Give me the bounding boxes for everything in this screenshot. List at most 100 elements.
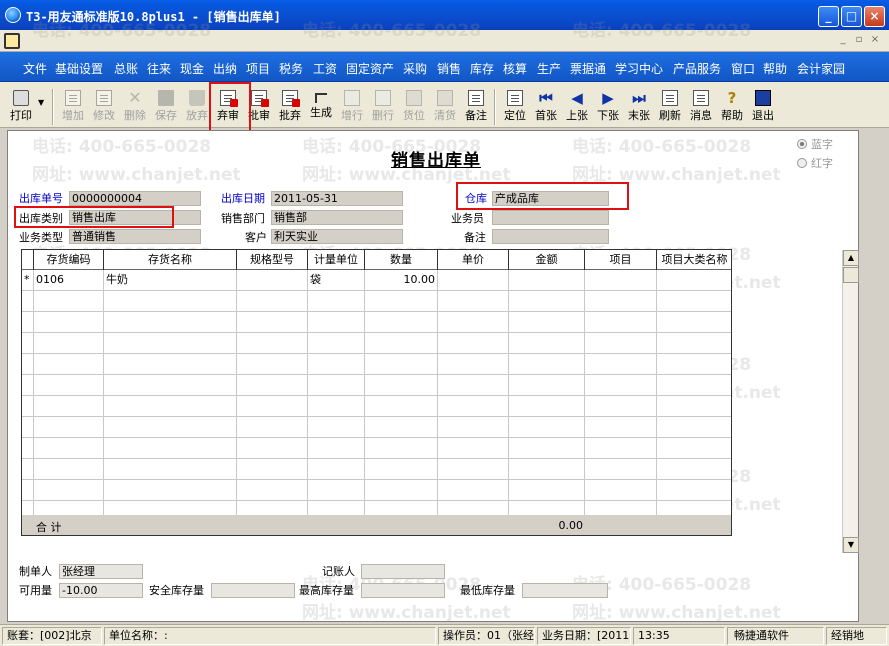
menu-accounting-home[interactable]: 会计家园 <box>797 60 845 77</box>
menu-general-ledger[interactable]: 总账 <box>114 60 138 77</box>
table-row-empty[interactable] <box>22 438 731 459</box>
grid-cell-empty[interactable] <box>585 333 657 354</box>
grid-cell-empty[interactable] <box>365 459 438 480</box>
menu-purchase[interactable]: 采购 <box>403 60 427 77</box>
grid-cell-empty[interactable] <box>365 291 438 312</box>
grid-cell-empty[interactable] <box>237 459 308 480</box>
grid-cell-empty[interactable] <box>237 396 308 417</box>
menu-fixed-assets[interactable]: 固定资产 <box>346 60 394 77</box>
grid-cell-empty[interactable] <box>365 438 438 459</box>
grid-cell-empty[interactable] <box>104 291 237 312</box>
grid-cell-empty[interactable] <box>657 417 731 438</box>
goods-position-button[interactable]: 货位 <box>399 88 429 126</box>
grid-cell-empty[interactable] <box>22 312 34 333</box>
col-header-spec[interactable]: 规格型号 <box>237 250 308 270</box>
grid-cell-empty[interactable] <box>104 438 237 459</box>
table-row-empty[interactable] <box>22 354 731 375</box>
grid-cell-empty[interactable] <box>509 333 585 354</box>
grid-cell-empty[interactable] <box>22 396 34 417</box>
add-button[interactable]: 增加 <box>58 88 88 126</box>
grid-cell-empty[interactable] <box>34 480 104 501</box>
grid-cell-empty[interactable] <box>438 312 509 333</box>
grid-cell-empty[interactable] <box>438 291 509 312</box>
grid-cell-empty[interactable] <box>585 291 657 312</box>
grid-cell-empty[interactable] <box>34 333 104 354</box>
abandon-button[interactable]: 放弃 <box>182 88 212 126</box>
grid-cell-empty[interactable] <box>585 438 657 459</box>
table-row-empty[interactable] <box>22 333 731 354</box>
help-button[interactable]: ? 帮助 <box>717 88 747 126</box>
menu-accounting[interactable]: 核算 <box>503 60 527 77</box>
mdi-restore-button[interactable]: ▫ <box>852 34 866 47</box>
document-icon[interactable] <box>4 33 20 49</box>
menu-payroll[interactable]: 工资 <box>313 60 337 77</box>
menu-production[interactable]: 生产 <box>537 60 561 77</box>
menu-project[interactable]: 项目 <box>246 60 270 77</box>
grid-cell-empty[interactable] <box>509 312 585 333</box>
grid-cell-empty[interactable] <box>237 354 308 375</box>
grid-cell-empty[interactable] <box>438 354 509 375</box>
grid-cell-empty[interactable] <box>438 438 509 459</box>
grid-cell-empty[interactable] <box>365 375 438 396</box>
grid-cell-empty[interactable] <box>657 354 731 375</box>
cell-spec[interactable] <box>237 270 308 291</box>
grid-cell-empty[interactable] <box>104 312 237 333</box>
col-header-price[interactable]: 单价 <box>438 250 509 270</box>
locate-button[interactable]: 定位 <box>500 88 530 126</box>
menu-inventory[interactable]: 库存 <box>470 60 494 77</box>
col-header-category[interactable]: 项目大类名称 <box>657 250 731 270</box>
clear-goods-button[interactable]: 清货 <box>430 88 460 126</box>
grid-cell-empty[interactable] <box>365 312 438 333</box>
next-button[interactable]: ▶ 下张 <box>593 88 623 126</box>
cell-price[interactable] <box>438 270 509 291</box>
menu-window[interactable]: 窗口 <box>731 60 755 77</box>
grid-cell-empty[interactable] <box>22 354 34 375</box>
grid-cell-empty[interactable] <box>22 375 34 396</box>
grid-cell-empty[interactable] <box>22 438 34 459</box>
grid-cell-empty[interactable] <box>438 480 509 501</box>
grid-cell-empty[interactable] <box>104 375 237 396</box>
table-row[interactable]: * 0106 牛奶 袋 10.00 <box>22 270 731 291</box>
grid-cell-empty[interactable] <box>509 438 585 459</box>
menu-product-service[interactable]: 产品服务 <box>673 60 721 77</box>
save-button[interactable]: 保存 <box>151 88 181 126</box>
grid-cell-empty[interactable] <box>308 438 365 459</box>
menu-receivables[interactable]: 往来 <box>147 60 171 77</box>
menu-sales[interactable]: 销售 <box>437 60 461 77</box>
grid-cell-empty[interactable] <box>657 291 731 312</box>
grid-cell-empty[interactable] <box>34 459 104 480</box>
cell-category[interactable] <box>657 270 731 291</box>
cell-amount[interactable] <box>509 270 585 291</box>
grid-cell-empty[interactable] <box>34 354 104 375</box>
add-row-button[interactable]: 增行 <box>337 88 367 126</box>
grid-cell-empty[interactable] <box>237 291 308 312</box>
grid-cell-empty[interactable] <box>104 417 237 438</box>
maximize-button[interactable]: □ <box>841 6 862 27</box>
grid-cell-empty[interactable] <box>104 396 237 417</box>
grid-cell-empty[interactable] <box>104 333 237 354</box>
grid-cell-empty[interactable] <box>585 480 657 501</box>
note-field[interactable] <box>492 229 609 244</box>
grid-cell-empty[interactable] <box>22 480 34 501</box>
table-row-empty[interactable] <box>22 375 731 396</box>
grid-cell-empty[interactable] <box>509 459 585 480</box>
grid-cell-empty[interactable] <box>657 333 731 354</box>
exit-button[interactable]: 退出 <box>748 88 778 126</box>
first-button[interactable]: ⏮ 首张 <box>531 88 561 126</box>
grid-cell-empty[interactable] <box>22 417 34 438</box>
grid-cell-empty[interactable] <box>104 459 237 480</box>
grid-cell-empty[interactable] <box>308 354 365 375</box>
grid-cell-empty[interactable] <box>657 480 731 501</box>
grid-cell-empty[interactable] <box>34 312 104 333</box>
scroll-thumb[interactable] <box>843 267 859 283</box>
grid-cell-empty[interactable] <box>657 396 731 417</box>
grid-cell-empty[interactable] <box>365 417 438 438</box>
grid-cell-empty[interactable] <box>438 375 509 396</box>
cell-name[interactable]: 牛奶 <box>104 270 237 291</box>
prev-button[interactable]: ◀ 上张 <box>562 88 592 126</box>
menu-file[interactable]: 文件 <box>23 60 47 77</box>
radio-blue[interactable]: 蓝字 <box>797 136 833 152</box>
cell-unit[interactable]: 袋 <box>308 270 365 291</box>
menu-cash[interactable]: 现金 <box>180 60 204 77</box>
grid-cell-empty[interactable] <box>237 438 308 459</box>
